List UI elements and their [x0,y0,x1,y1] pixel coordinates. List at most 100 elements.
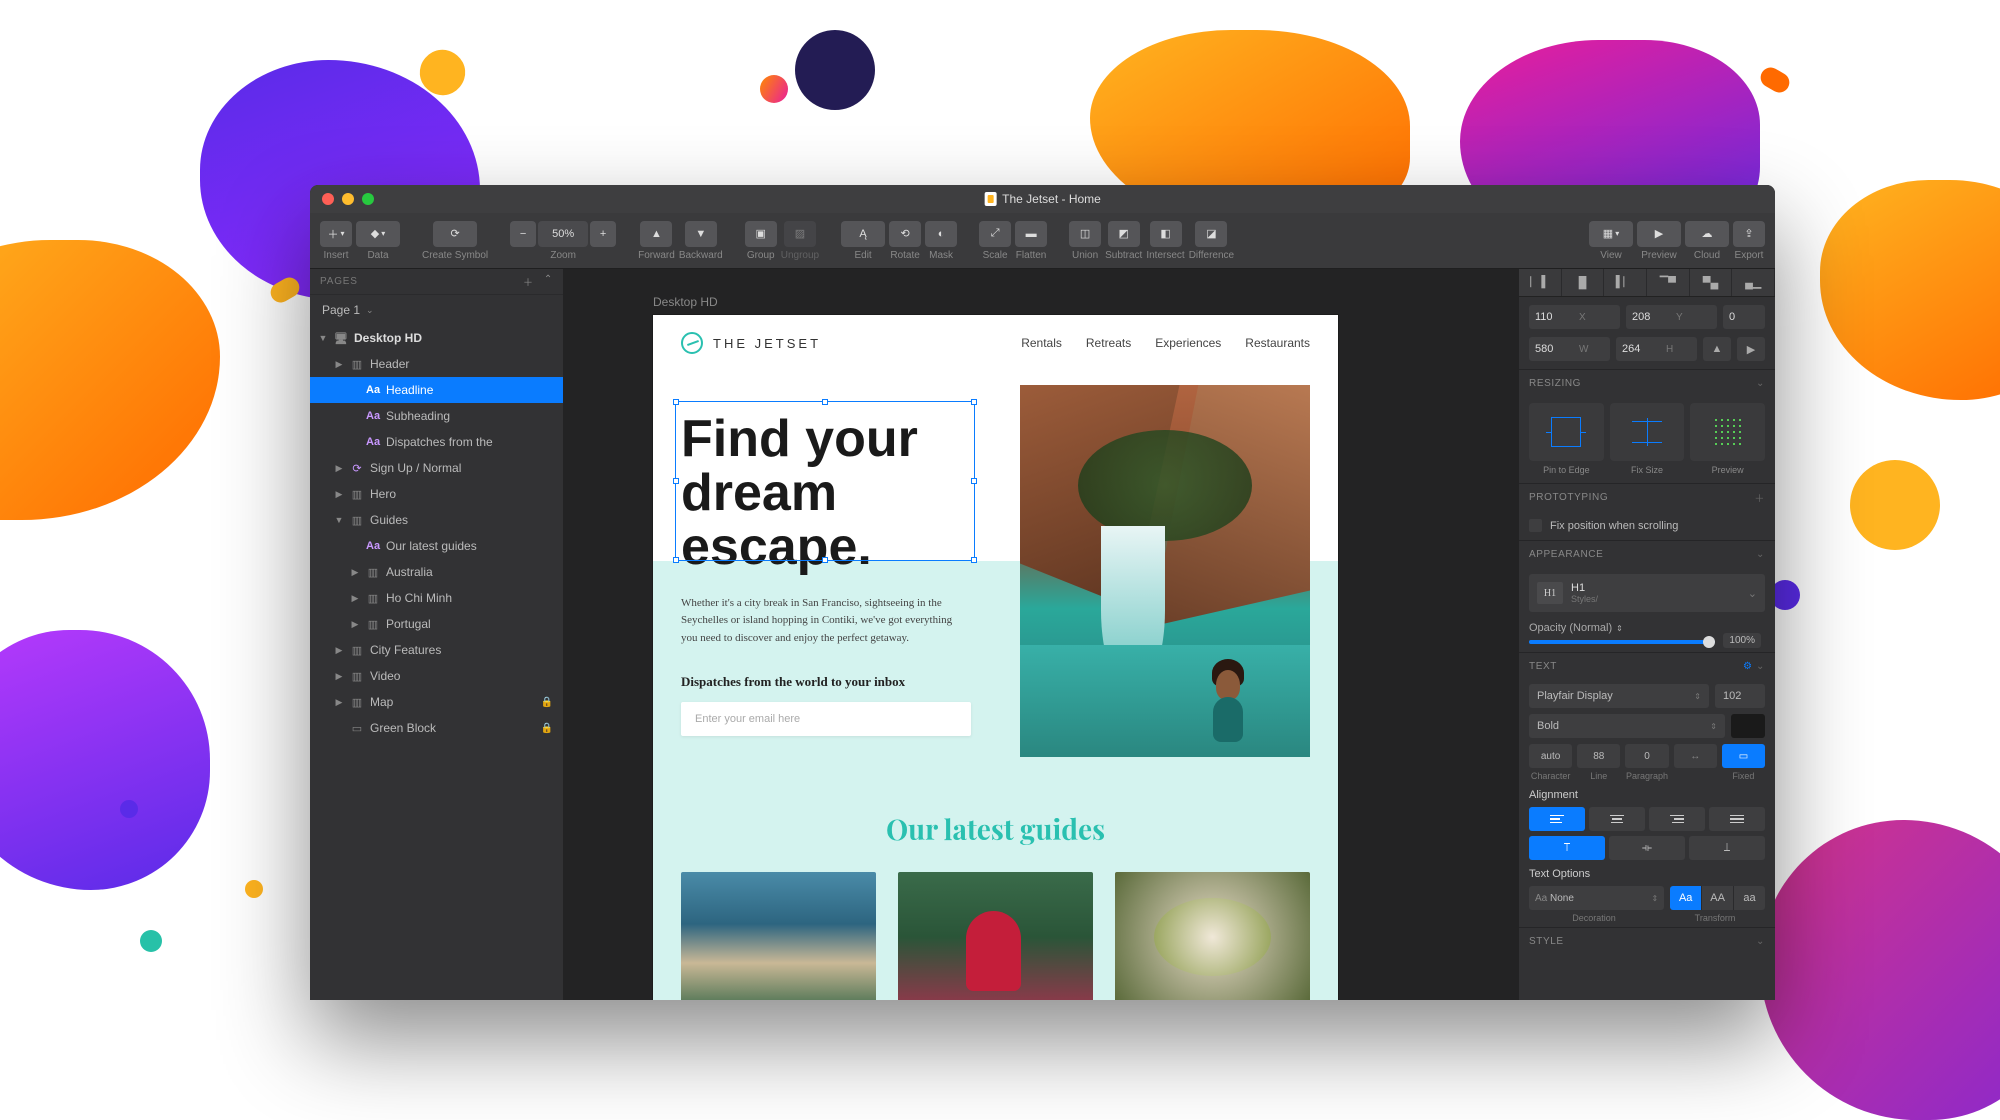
valign-bottom-button[interactable]: ⟘ [1689,836,1765,860]
text-color-swatch[interactable] [1731,714,1765,738]
hero-image[interactable] [1020,385,1310,757]
transform-lower-button[interactable]: aa [1734,886,1765,910]
layer-item[interactable]: ▼▥Guides [310,507,563,533]
align-right-button[interactable]: ▌⎸ [1604,269,1647,296]
guide-card-hochiminh[interactable] [898,872,1093,1000]
font-weight-select[interactable]: Bold⇕ [1529,714,1725,738]
zoom-in-button[interactable]: + [590,221,616,247]
nav-link[interactable]: Retreats [1086,336,1131,350]
data-button[interactable]: ◆▾ [356,221,400,247]
zoom-value[interactable]: 50% [538,221,588,247]
font-size-input[interactable]: 102 [1715,684,1765,708]
transform-upper-button[interactable]: AA [1702,886,1734,910]
titlebar[interactable]: The Jetset - Home [310,185,1775,213]
guide-card-australia[interactable] [681,872,876,1000]
fixed-width-button[interactable]: ▭ [1722,744,1765,768]
guides-title[interactable]: Our latest guides [681,811,1310,848]
selection-box[interactable] [675,401,975,561]
appearance-header[interactable]: APPEARANCE⌄ [1519,540,1775,568]
edit-button[interactable]: Ą [841,221,885,247]
resizing-header[interactable]: RESIZING⌄ [1519,369,1775,397]
decoration-select[interactable]: Aa None⇕ [1529,886,1664,910]
ungroup-button[interactable]: ▨ [784,221,816,247]
para-spacing-input[interactable]: 0 [1625,744,1668,768]
char-spacing-input[interactable]: auto [1529,744,1572,768]
layer-item[interactable]: ▶▥Map🔒 [310,689,563,715]
intersect-button[interactable]: ◧ [1150,221,1182,247]
collapse-pages-icon[interactable]: ⌃ [544,274,553,289]
layer-item[interactable]: ▶▥Portugal [310,611,563,637]
align-left-text-button[interactable] [1529,807,1585,831]
group-button[interactable]: ▣ [745,221,777,247]
flip-h-button[interactable]: ▲ [1703,337,1731,361]
layer-item[interactable]: ▶▥Hero [310,481,563,507]
align-justify-text-button[interactable] [1709,807,1765,831]
align-left-button[interactable]: ⎸▌ [1519,269,1562,296]
text-style-selector[interactable]: H1 H1Styles/ ⌄ [1529,574,1765,612]
gear-icon[interactable]: ⚙ [1743,661,1753,672]
pin-to-edge-button[interactable] [1529,403,1604,461]
canvas[interactable]: Desktop HD THE JETSET RentalsRetreatsExp… [563,269,1519,1000]
flip-v-button[interactable]: ▶ [1737,337,1765,361]
minimize-icon[interactable] [342,193,354,205]
difference-button[interactable]: ◪ [1195,221,1227,247]
backward-button[interactable]: ▼ [685,221,717,247]
height-input[interactable]: H [1616,337,1697,361]
flatten-button[interactable]: ▬ [1015,221,1047,247]
nav-link[interactable]: Rentals [1021,336,1062,350]
auto-width-button[interactable]: ↔ [1674,744,1717,768]
scale-button[interactable]: ⤢ [979,221,1011,247]
layer-item[interactable]: ▶⟳Sign Up / Normal [310,455,563,481]
align-right-text-button[interactable] [1649,807,1705,831]
create-symbol-button[interactable]: ⟳ [433,221,477,247]
align-center-text-button[interactable] [1589,807,1645,831]
prototyping-header[interactable]: PROTOTYPING＋ [1519,483,1775,511]
align-top-button[interactable]: ▔▀ [1647,269,1690,296]
mask-button[interactable]: ◐ [925,221,957,247]
forward-button[interactable]: ▲ [640,221,672,247]
layer-item[interactable]: ▶▥Video [310,663,563,689]
font-family-select[interactable]: Playfair Display⇕ [1529,684,1709,708]
layer-artboard[interactable]: ▼🖥Desktop HD [310,325,563,351]
line-spacing-input[interactable]: 88 [1577,744,1620,768]
valign-top-button[interactable]: ⟙ [1529,836,1605,860]
add-page-icon[interactable]: ＋ [523,274,534,289]
layer-item[interactable]: AaOur latest guides [310,533,563,559]
preview-button[interactable]: ▶ [1637,221,1681,247]
nav-link[interactable]: Restaurants [1245,336,1310,350]
rotate-button[interactable]: ⟲ [889,221,921,247]
maximize-icon[interactable] [362,193,374,205]
email-input[interactable]: Enter your email here [681,702,971,736]
fix-size-button[interactable] [1610,403,1685,461]
zoom-out-button[interactable]: − [510,221,536,247]
dispatch-heading[interactable]: Dispatches from the world to your inbox [681,674,998,690]
layer-item[interactable]: AaDispatches from the [310,429,563,455]
fix-scroll-checkbox[interactable]: Fix position when scrolling [1519,511,1775,540]
opacity-slider[interactable]: 100% [1529,640,1715,644]
export-button[interactable]: ⇪ [1733,221,1765,247]
nav-link[interactable]: Experiences [1155,336,1221,350]
layer-item[interactable]: AaSubheading [310,403,563,429]
layer-item[interactable]: ▶▥Australia [310,559,563,585]
align-bottom-button[interactable]: ▄▁ [1732,269,1775,296]
width-input[interactable]: W [1529,337,1610,361]
cloud-button[interactable]: ☁ [1685,221,1729,247]
align-vcenter-button[interactable]: ▀▄ [1690,269,1733,296]
insert-button[interactable]: ＋▾ [320,221,352,247]
layer-item[interactable]: ▶▥City Features [310,637,563,663]
text-header[interactable]: TEXT⚙ ⌄ [1519,652,1775,680]
layer-item[interactable]: ▭Green Block🔒 [310,715,563,741]
layer-item[interactable]: ▶▥Header [310,351,563,377]
y-input[interactable]: Y [1626,305,1717,329]
x-input[interactable]: X [1529,305,1620,329]
artboard-label[interactable]: Desktop HD [653,295,718,309]
guide-card-portugal[interactable] [1115,872,1310,1000]
transform-none-button[interactable]: Aa [1670,886,1702,910]
close-icon[interactable] [322,193,334,205]
layer-item[interactable]: ▶▥Ho Chi Minh [310,585,563,611]
subtract-button[interactable]: ◩ [1108,221,1140,247]
artboard[interactable]: THE JETSET RentalsRetreatsExperiencesRes… [653,315,1338,1000]
union-button[interactable]: ◫ [1069,221,1101,247]
valign-middle-button[interactable]: ⟛ [1609,836,1685,860]
rotation-input[interactable] [1723,305,1765,329]
